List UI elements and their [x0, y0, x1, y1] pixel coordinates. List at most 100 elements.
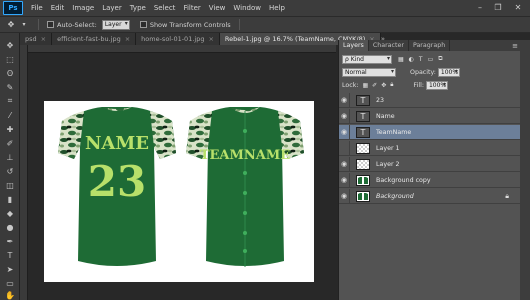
close-tab-icon[interactable]: ×	[41, 35, 46, 43]
kind-filter-dropdown[interactable]: ρ Kind	[342, 54, 392, 64]
lock-icon: 🔒︎	[505, 191, 509, 200]
move-tool-icon[interactable]: ✥	[5, 19, 17, 30]
quick-select-tool-icon[interactable]: ✎	[3, 81, 17, 93]
auto-select-checkbox[interactable]	[47, 21, 54, 28]
type-tool-icon[interactable]: T	[3, 249, 17, 261]
rectangle-tool-icon[interactable]: ▭	[3, 277, 17, 289]
menu-window[interactable]: Window	[233, 4, 261, 12]
pen-tool-icon[interactable]: ✒	[3, 235, 17, 247]
lock-all-icon[interactable]: 🔒︎	[390, 81, 393, 89]
close-tab-icon[interactable]: ×	[125, 35, 130, 43]
visibility-eye-icon[interactable]: ◉	[339, 108, 350, 124]
menu-view[interactable]: View	[209, 4, 226, 12]
layer-name: Name	[376, 112, 395, 120]
layer-thumbnail	[356, 158, 370, 170]
eyedropper-tool-icon[interactable]: ⁄	[3, 109, 17, 121]
healing-brush-tool-icon[interactable]: ✚	[3, 123, 17, 135]
auto-select-dropdown[interactable]: Layer	[101, 19, 130, 30]
tab-psd[interactable]: psd ×	[20, 33, 53, 45]
layer-row-layer-2[interactable]: ◉ Layer 2	[339, 156, 521, 172]
opacity-input[interactable]: 100%	[437, 67, 460, 77]
layer-list: ◉ T 23 ◉ T Name ◉ T TeamName Layer 1 ◉ L…	[339, 92, 521, 253]
fill-label: Fill:	[413, 81, 424, 89]
minimize-button[interactable]: –	[472, 1, 488, 13]
menu-edit[interactable]: Edit	[51, 4, 65, 12]
divider	[238, 19, 240, 30]
tab-paragraph[interactable]: Paragraph	[409, 40, 451, 51]
filter-pixel-icon[interactable]: ▦	[398, 56, 404, 63]
menu-bar: Ps File Edit Image Layer Type Select Fil…	[0, 0, 530, 16]
close-window-button[interactable]: ✕	[510, 1, 526, 13]
layer-row-23[interactable]: ◉ T 23	[339, 92, 521, 108]
jersey-back-name: NAME	[85, 133, 149, 154]
restore-button[interactable]: ❐	[490, 1, 506, 13]
visibility-eye-icon[interactable]: ◉	[339, 156, 350, 172]
filter-row: ρ Kind ▦ ◐ T ▭ ⧉	[339, 53, 521, 65]
menu-select[interactable]: Select	[154, 4, 176, 12]
layer-row-layer-1[interactable]: Layer 1	[339, 140, 521, 156]
panel-dock-strip	[520, 40, 530, 300]
visibility-eye-icon[interactable]: ◉	[339, 172, 350, 188]
blur-tool-icon[interactable]: ◆	[3, 207, 17, 219]
document-tabs: psd × efficient-fast-bu.jpg × home-sol-01-…	[20, 33, 385, 45]
move-tool-icon[interactable]: ✥	[3, 39, 17, 51]
jersey-front-text: TEAMNAME	[200, 148, 290, 163]
visibility-eye-icon[interactable]: ◉	[339, 92, 350, 108]
path-selection-tool-icon[interactable]: ➤	[3, 263, 17, 275]
filter-shape-icon[interactable]: ▭	[428, 56, 434, 63]
tab-home-sol[interactable]: home-sol-01-01.jpg ×	[136, 33, 220, 45]
layer-name: Layer 2	[376, 160, 400, 168]
opacity-label: Opacity:	[410, 68, 436, 76]
layer-row-name[interactable]: ◉ T Name	[339, 108, 521, 124]
menu-filter[interactable]: Filter	[183, 4, 200, 12]
document-canvas[interactable]: NAME 23 TEAMNAME	[44, 101, 314, 282]
jersey-artwork: NAME 23 TEAMNAME	[58, 107, 304, 267]
front-jersey: TEAMNAME	[186, 107, 304, 267]
menu-file[interactable]: File	[31, 4, 43, 12]
history-brush-tool-icon[interactable]: ↺	[3, 165, 17, 177]
lock-transparent-icon[interactable]: ▦	[362, 82, 368, 89]
photoshop-window: Ps File Edit Image Layer Type Select Fil…	[0, 0, 530, 300]
menu-image[interactable]: Image	[72, 4, 94, 12]
blend-mode-dropdown[interactable]: Normal	[342, 67, 396, 77]
transform-controls-checkbox[interactable]	[139, 21, 147, 28]
layers-panel: Layers Character Paragraph ≡ ρ Kind ▦ ◐ …	[338, 40, 521, 300]
layer-row-background-copy[interactable]: ◉ Background copy	[339, 172, 521, 188]
visibility-eye-icon[interactable]: ◉	[339, 124, 350, 140]
filter-adjustment-icon[interactable]: ◐	[409, 56, 414, 63]
lasso-tool-icon[interactable]: ʘ	[3, 67, 17, 79]
tab-efficient-fast-bu[interactable]: efficient-fast-bu.jpg ×	[52, 33, 137, 45]
options-bar: ✥ ▾ Auto-Select: Layer Show Transform Co…	[0, 16, 530, 33]
layer-thumbnail	[356, 190, 370, 202]
menu-layer[interactable]: Layer	[102, 4, 122, 12]
marquee-tool-icon[interactable]: ⬚	[3, 53, 17, 65]
hand-tool-icon[interactable]: ✋	[3, 289, 17, 300]
close-tab-icon[interactable]: ×	[208, 35, 213, 43]
menu-type[interactable]: Type	[130, 4, 146, 12]
tab-layers[interactable]: Layers	[339, 40, 369, 51]
tab-label: home-sol-01-01.jpg	[141, 35, 205, 43]
text-layer-icon: T	[356, 110, 370, 122]
lock-position-icon[interactable]: ✥	[381, 82, 386, 89]
lock-pixels-icon[interactable]: ✐	[372, 82, 377, 89]
filter-type-icon[interactable]: T	[419, 56, 423, 63]
clone-stamp-tool-icon[interactable]: ⊥	[3, 151, 17, 163]
eraser-tool-icon[interactable]: ◫	[3, 179, 17, 191]
vertical-ruler	[20, 45, 28, 300]
brush-tool-icon[interactable]: ✐	[3, 137, 17, 149]
tab-label: efficient-fast-bu.jpg	[57, 35, 121, 43]
layer-name: 23	[376, 96, 385, 104]
layer-row-background[interactable]: ◉ Background 🔒︎	[339, 188, 521, 204]
filter-smart-object-icon[interactable]: ⧉	[438, 55, 442, 63]
visibility-eye-icon[interactable]: ◉	[339, 188, 350, 204]
layer-row-teamname[interactable]: ◉ T TeamName	[339, 124, 521, 140]
fill-input[interactable]: 100%	[425, 80, 448, 90]
gradient-tool-icon[interactable]: ▮	[3, 193, 17, 205]
dodge-tool-icon[interactable]: ●	[3, 221, 17, 233]
text-layer-icon: T	[356, 94, 370, 106]
tool-preset-dropdown-icon[interactable]: ▾	[18, 19, 30, 30]
crop-tool-icon[interactable]: ⌗	[3, 95, 17, 107]
menu-help[interactable]: Help	[269, 4, 285, 12]
tab-character[interactable]: Character	[369, 40, 409, 51]
visibility-off[interactable]	[339, 140, 350, 156]
